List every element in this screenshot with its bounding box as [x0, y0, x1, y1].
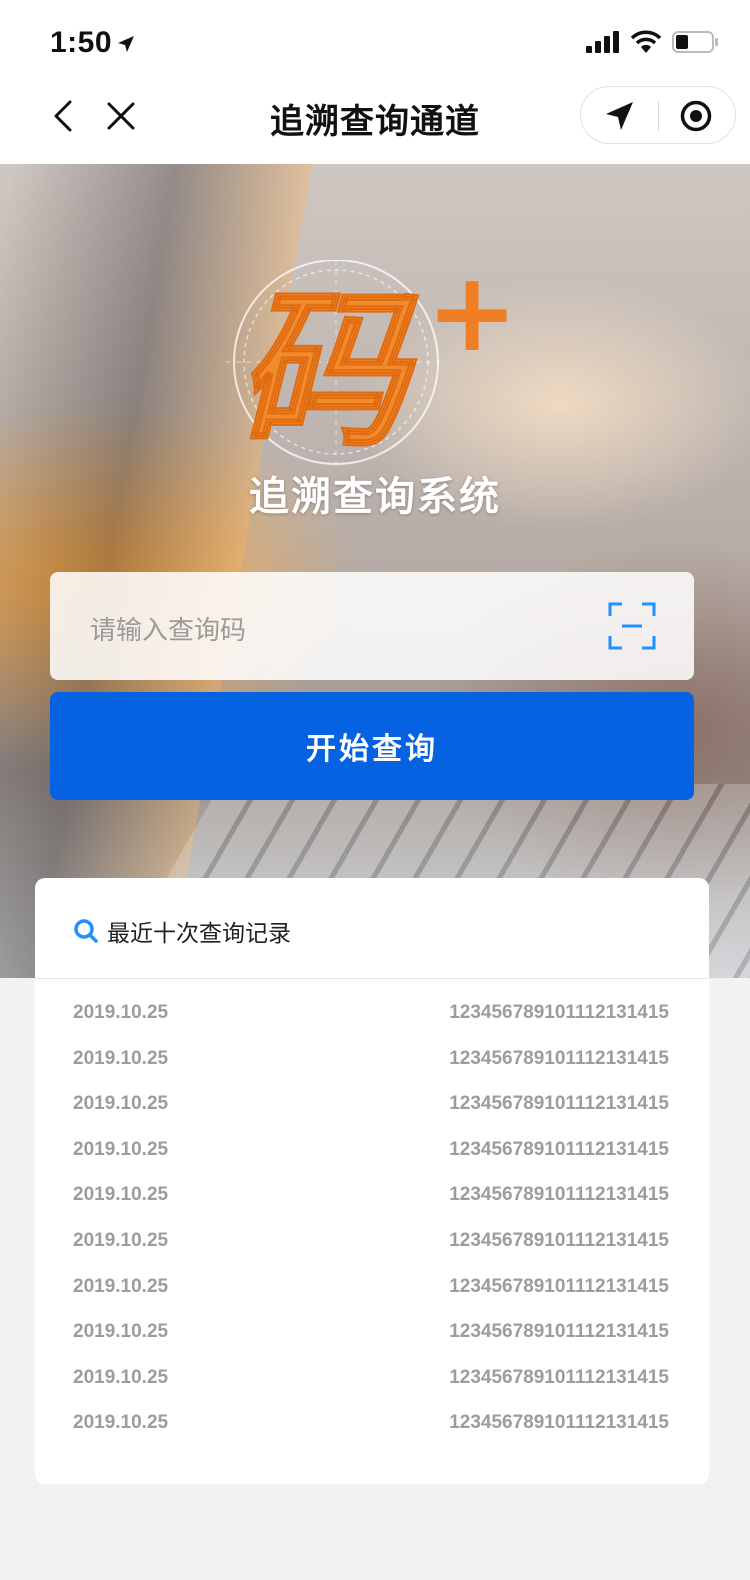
row-date: 2019.10.25	[73, 1002, 169, 1023]
search-icon	[74, 919, 98, 943]
row-date: 2019.10.25	[73, 1047, 169, 1069]
history-row[interactable]: 2019.10.25 123456789101112131415	[35, 1367, 709, 1413]
status-time: 1:50	[50, 26, 113, 59]
query-history-card: 最近十次查询记录 2019.10.25 123456789101112131415…	[35, 878, 709, 1484]
row-code: 123456789101112131415	[449, 1002, 669, 1023]
row-date: 2019.10.25	[73, 1229, 169, 1251]
history-row[interactable]: 2019.10.25 123456789101112131415	[35, 1230, 709, 1276]
start-query-button[interactable]: 开始查询	[50, 692, 694, 800]
row-code: 123456789101112131415	[449, 1093, 669, 1115]
row-date: 2019.10.25	[73, 1138, 169, 1160]
history-row[interactable]: 2019.10.25 123456789101112131415	[35, 1321, 709, 1367]
nav-bar: 追溯查询通道	[0, 86, 750, 164]
row-code: 123456789101112131415	[449, 1184, 669, 1206]
row-date: 2019.10.25	[73, 1093, 169, 1115]
logo-graphic: 码 +	[226, 248, 518, 472]
wifi-icon	[630, 30, 662, 53]
history-header: 最近十次查询记录	[35, 878, 709, 979]
hero-banner: 码 + 追溯查询系统 请输入查询码 开始查询	[0, 164, 750, 978]
history-row[interactable]: 2019.10.25 123456789101112131415	[35, 1139, 709, 1185]
scan-icon[interactable]	[608, 602, 656, 650]
row-code: 123456789101112131415	[449, 1047, 669, 1069]
row-date: 2019.10.25	[73, 1366, 169, 1388]
row-date: 2019.10.25	[73, 1412, 169, 1434]
row-code: 123456789101112131415	[449, 1138, 669, 1160]
query-code-input[interactable]: 请输入查询码	[50, 572, 694, 680]
history-row[interactable]: 2019.10.25 123456789101112131415	[35, 1002, 709, 1048]
system-title: 追溯查询系统	[249, 475, 501, 519]
battery-icon	[672, 31, 718, 53]
row-date: 2019.10.25	[73, 1321, 169, 1343]
history-list: 2019.10.25 123456789101112131415 2019.10.…	[35, 1002, 709, 1458]
capsule-divider	[658, 101, 659, 131]
logo: 码 +	[226, 248, 526, 480]
history-row[interactable]: 2019.10.25 123456789101112131415	[35, 1276, 709, 1322]
history-row[interactable]: 2019.10.25 123456789101112131415	[35, 1412, 709, 1458]
location-icon[interactable]	[603, 99, 637, 133]
status-bar: 1:50	[0, 0, 750, 86]
row-code: 123456789101112131415	[449, 1321, 669, 1343]
history-row[interactable]: 2019.10.25 123456789101112131415	[35, 1048, 709, 1094]
query-code-placeholder: 请输入查询码	[90, 615, 247, 645]
history-row[interactable]: 2019.10.25 123456789101112131415	[35, 1184, 709, 1230]
row-date: 2019.10.25	[73, 1184, 169, 1206]
row-code: 123456789101112131415	[449, 1229, 669, 1251]
status-indicators	[586, 30, 720, 54]
row-code: 123456789101112131415	[449, 1412, 669, 1434]
mini-program-capsule	[580, 86, 736, 144]
record-icon[interactable]	[679, 99, 713, 133]
logo-plus: +	[426, 260, 518, 376]
row-code: 123456789101112131415	[449, 1275, 669, 1297]
row-date: 2019.10.25	[73, 1275, 169, 1297]
cellular-signal-icon	[586, 31, 619, 53]
history-title: 最近十次查询记录	[107, 920, 291, 946]
logo-character: 码	[236, 271, 419, 471]
row-code: 123456789101112131415	[449, 1366, 669, 1388]
history-row[interactable]: 2019.10.25 123456789101112131415	[35, 1093, 709, 1139]
location-arrow-icon	[118, 36, 134, 52]
